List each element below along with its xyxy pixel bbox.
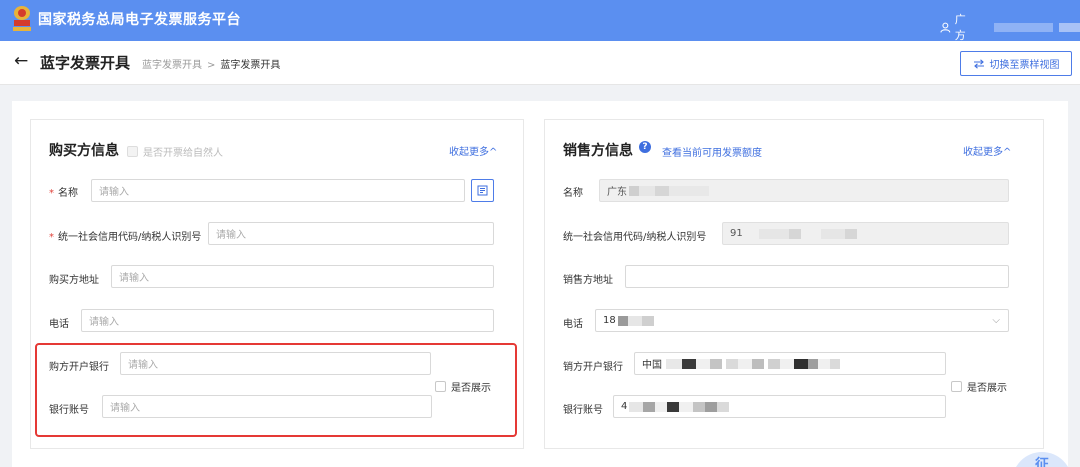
switch-view-label: 切换至票样视图 [989,60,1060,71]
seller-show-checkbox[interactable] [951,381,962,392]
back-arrow-icon[interactable]: ← [14,51,28,71]
redacted-block [627,315,642,326]
buyer-address-label: 购买方地址 [49,275,99,286]
seller-name-field: 广东 [599,179,1009,202]
redacted-block [617,315,628,326]
question-circle-icon[interactable]: ? [639,141,651,153]
buyer-name-label-text: 名称 [58,188,78,199]
breadcrumb: 蓝字发票开具 > 蓝字发票开具 [142,56,280,71]
seller-account-field[interactable]: 4 [613,395,946,418]
redacted-block [994,22,1053,32]
user-name: 广方 [954,13,966,42]
redacted-block [830,358,840,369]
redacted-block [808,358,818,369]
redacted-block [667,401,680,412]
redacted-block [752,358,764,369]
breadcrumb-current: 蓝字发票开具 [220,60,281,71]
seller-tax-id-field: 91 [722,222,1009,245]
natural-person-label: 是否开票给自然人 [143,148,223,159]
seller-bank-label: 销方开户银行 [563,362,623,373]
switch-view-button[interactable]: 切换至票样视图 [960,51,1072,76]
seller-tax-id-label: 统一社会信用代码/纳税人识别号 [563,232,707,243]
redacted-block [629,185,639,196]
seller-phone-value: 18 [603,315,616,326]
seller-title: 销售方信息 [563,143,633,159]
seller-name-label: 名称 [563,188,583,199]
redacted-block [818,358,830,369]
redacted-block [717,401,730,412]
buyer-name-label: * 名称 [49,184,78,199]
redacted-block [768,358,780,369]
buyer-panel: 购买方信息 是否开票给自然人 收起更多^ * 名称 请输入 * 统一社会信用代码/纳… [30,119,524,449]
redacted-block [643,401,656,412]
breadcrumb-separator: > [207,60,216,71]
buyer-address-input[interactable]: 请输入 [111,265,494,288]
seller-name-value: 广东 [607,187,627,198]
page-title: 蓝字发票开具 [40,54,131,72]
redacted-block [655,401,668,412]
redacted-block [693,401,706,412]
app-title: 国家税务总局电子发票服务平台 [38,12,241,28]
redacted-block [780,358,794,369]
seller-show-toggle[interactable]: 是否展示 [951,379,1007,394]
redacted-block [629,401,644,412]
swap-arrows-icon [973,58,984,69]
redacted-block [710,358,722,369]
natural-person-option: 是否开票给自然人 [127,144,223,159]
redacted-block [705,401,718,412]
redacted-block [1058,22,1080,32]
redacted-block [682,358,696,369]
buyer-title: 购买方信息 [49,143,119,159]
main-content: 购买方信息 是否开票给自然人 收起更多^ * 名称 请输入 * 统一社会信用代码/纳… [12,101,1068,467]
redacted-block [666,358,682,369]
highlight-box [35,343,517,437]
breadcrumb-item[interactable]: 蓝字发票开具 [142,60,202,71]
buyer-collapse-link[interactable]: 收起更多^ [449,143,497,158]
redacted-block [738,358,752,369]
seller-bank-field[interactable]: 中国 [634,352,946,375]
redacted-block [820,228,845,239]
top-bar: 国家税务总局电子发票服务平台 广方 [0,0,1080,43]
buyer-phone-input[interactable]: 请输入 [81,309,494,332]
seller-panel: 销售方信息 ? 查看当前可用发票额度 收起更多^ 名称 广东 统一社会信用代码/… [544,119,1044,449]
page-header: ← 蓝字发票开具 蓝字发票开具 > 蓝字发票开具 切换至票样视图 [0,41,1080,85]
seller-address-label: 销售方地址 [563,275,613,286]
user-menu[interactable]: 广方 [940,11,1080,43]
buyer-select-button[interactable] [471,179,494,202]
redacted-block [758,228,789,239]
quota-link[interactable]: 查看当前可用发票额度 [662,144,762,159]
redacted-block [639,185,655,196]
redacted-block [641,315,654,326]
required-mark: * [49,232,54,243]
buyer-tax-id-input[interactable]: 请输入 [208,222,494,245]
redacted-block [669,185,709,196]
redacted-block [679,401,694,412]
redacted-block [794,358,808,369]
seller-phone-label: 电话 [563,319,583,330]
redacted-block [655,185,669,196]
redacted-block [844,228,857,239]
seller-tax-id-value: 91 [730,228,743,239]
buyer-phone-label: 电话 [49,319,69,330]
redacted-block [788,228,801,239]
buyer-tax-id-label-text: 统一社会信用代码/纳税人识别号 [58,232,202,243]
seller-collapse-link[interactable]: 收起更多^ [963,143,1011,158]
redacted-block [726,358,738,369]
buyer-tax-id-label: * 统一社会信用代码/纳税人识别号 [49,228,201,243]
redacted-block [696,358,710,369]
chevron-down-icon: ⌵ [992,315,1000,326]
seller-address-field[interactable] [625,265,1009,288]
required-mark: * [49,188,54,199]
seller-bank-value: 中国 [642,360,662,371]
seller-show-label: 是否展示 [967,383,1007,394]
user-icon [940,22,951,33]
seller-phone-select[interactable]: 18 ⌵ [595,309,1009,332]
list-icon [477,185,488,196]
tax-emblem-icon [13,6,31,31]
buyer-name-input[interactable]: 请输入 [91,179,465,202]
natural-person-checkbox[interactable] [127,146,138,157]
seller-account-label: 银行账号 [563,405,603,416]
seller-account-value: 4 [621,401,628,412]
